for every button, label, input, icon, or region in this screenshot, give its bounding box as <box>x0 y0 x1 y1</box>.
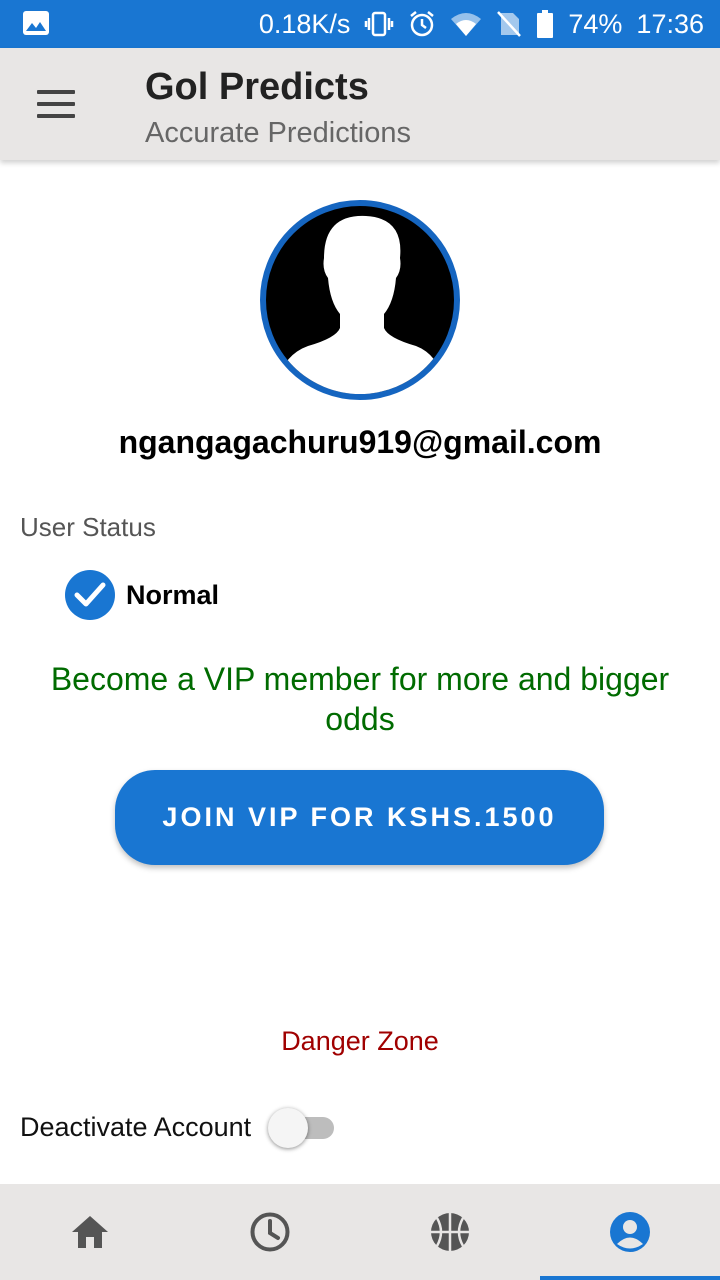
nav-home[interactable] <box>0 1184 180 1280</box>
account-icon <box>610 1212 650 1252</box>
gallery-notification-icon <box>22 10 50 36</box>
vibrate-icon <box>364 10 394 38</box>
bottom-navigation <box>0 1184 720 1280</box>
person-silhouette-icon <box>274 215 446 394</box>
home-icon <box>72 1216 108 1248</box>
wifi-icon <box>450 11 482 37</box>
user-status-row: Normal <box>65 570 219 620</box>
basketball-icon <box>431 1213 469 1251</box>
deactivate-account-label: Deactivate Account <box>20 1112 252 1142</box>
join-vip-button[interactable]: JOIN VIP FOR KSHS.1500 <box>115 770 604 865</box>
clock-time: 17:36 <box>636 8 704 39</box>
toggle-thumb <box>268 1108 308 1148</box>
nav-account[interactable] <box>540 1184 720 1280</box>
danger-zone-title: Danger Zone <box>281 1026 439 1056</box>
check-circle-icon <box>65 570 115 620</box>
user-status-value: Normal <box>126 579 220 610</box>
active-tab-indicator <box>540 1276 720 1280</box>
battery-percent: 74% <box>568 8 623 39</box>
deactivate-account-toggle[interactable] <box>268 1108 336 1148</box>
battery-icon <box>536 9 554 39</box>
user-status-label: User Status <box>20 512 156 542</box>
user-email: ngangagachuru919@gmail.com <box>118 424 602 460</box>
app-bar: Gol Predicts Accurate Predictions <box>0 48 720 160</box>
clock-icon <box>250 1212 290 1252</box>
app-subtitle: Accurate Predictions <box>145 117 411 149</box>
status-bar: 0.18K/s 74% 17:36 <box>0 0 720 48</box>
net-speed: 0.18K/s <box>258 8 351 39</box>
menu-icon[interactable] <box>34 86 78 122</box>
nav-sports[interactable] <box>360 1184 540 1280</box>
avatar <box>260 200 460 400</box>
alarm-icon <box>408 10 436 38</box>
app-title: Gol Predicts <box>145 66 369 108</box>
no-sim-icon <box>496 10 522 38</box>
nav-history[interactable] <box>180 1184 360 1280</box>
vip-promo-text: Become a VIP member for more and bigger … <box>50 661 670 737</box>
